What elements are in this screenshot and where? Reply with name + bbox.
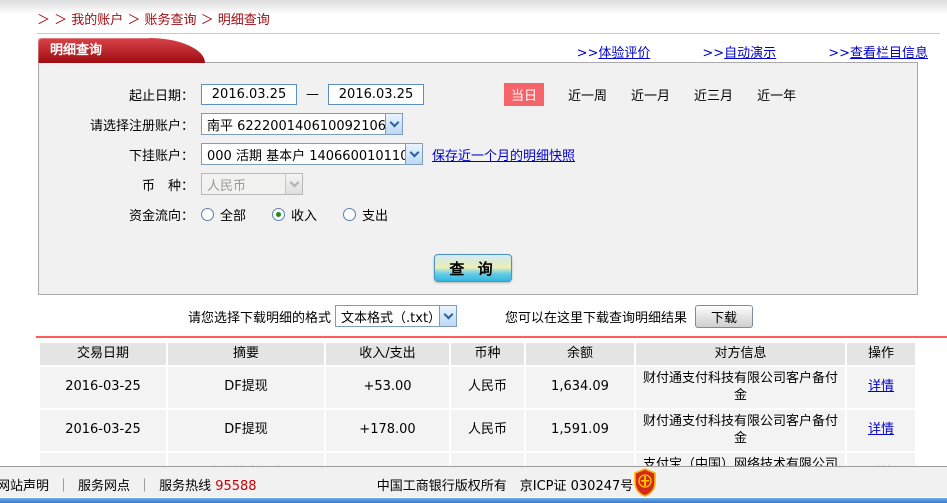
download-format-select[interactable]: 文本格式（.txt） <box>335 305 458 327</box>
date-separator: — <box>306 86 319 102</box>
table-row: 2016-03-25 DF提现 +53.00 人民币 1,634.09 财付通支… <box>38 364 917 410</box>
link-view-column-info[interactable]: >>查看栏目信息 <box>828 42 928 61</box>
currency-row: 币 种： 人民币 <box>39 172 917 196</box>
range-week-button[interactable]: 近一周 <box>568 85 607 104</box>
hotline-label: 服务热线 <box>159 479 212 494</box>
detail-link[interactable]: 详情 <box>868 422 894 437</box>
col-counterparty: 对方信息 <box>634 341 847 367</box>
fund-flow-row: 资金流向： 全部 收入 支出 <box>39 202 917 226</box>
date-range-row: 起止日期： — 当日 近一周 近一月 近三月 近一年 <box>39 82 917 106</box>
register-account-row: 请选择注册账户： 南平 6222001406100921065 灵通卡 <box>39 112 917 136</box>
chevron-down-icon <box>405 144 422 164</box>
tab-detail-query[interactable]: 明细查询 <box>38 38 205 63</box>
flow-radio-expense[interactable]: 支出 <box>343 205 388 224</box>
col-amount: 收入/支出 <box>324 341 451 367</box>
register-account-select[interactable]: 南平 6222001406100921065 灵通卡 <box>201 113 403 135</box>
currency-label: 币 种： <box>141 178 194 194</box>
footer-link-site-statement[interactable]: 网站声明 <box>0 479 49 494</box>
col-summary: 摘要 <box>166 341 326 367</box>
date-range-label: 起止日期： <box>128 88 194 104</box>
footer-link-service-outlets[interactable]: 服务网点 <box>78 479 130 494</box>
breadcrumb-divider <box>37 33 940 34</box>
quick-links: >>体验评价 >>自动演示 >>查看栏目信息 <box>450 42 928 61</box>
save-snapshot-link[interactable]: 保存近一个月的明细快照 <box>432 145 575 164</box>
range-month-button[interactable]: 近一月 <box>631 85 670 104</box>
chevron-down-icon <box>285 174 302 194</box>
footer: 网站声明｜服务网点｜服务热线 95588 中国工商银行版权所有 京ICP证 03… <box>0 466 947 497</box>
col-currency: 币种 <box>449 341 526 367</box>
hotline-number: 95588 <box>215 479 257 494</box>
range-quarter-button[interactable]: 近三月 <box>694 85 733 104</box>
sub-account-row: 下挂账户： 000 活期 基本户 1406600101102571848 保存近… <box>39 142 917 166</box>
radio-icon <box>343 207 357 221</box>
download-hint: 您可以在这里下载查询明细结果 <box>505 310 688 326</box>
radio-checked-icon <box>272 207 286 221</box>
sub-account-label: 下挂账户： <box>128 148 194 164</box>
col-action: 操作 <box>845 341 917 367</box>
range-year-button[interactable]: 近一年 <box>757 85 796 104</box>
detail-link[interactable]: 详情 <box>868 379 894 394</box>
radio-icon <box>201 207 214 221</box>
date-from-input[interactable] <box>201 83 297 105</box>
link-experience-rating[interactable]: >>体验评价 <box>577 42 651 61</box>
col-date: 交易日期 <box>38 341 168 367</box>
link-auto-demo[interactable]: >>自动演示 <box>702 42 776 61</box>
col-balance: 余额 <box>524 341 636 367</box>
flow-radio-income[interactable]: 收入 <box>272 205 317 224</box>
chevron-down-icon <box>385 114 402 134</box>
download-button[interactable]: 下载 <box>695 304 754 328</box>
sub-account-select[interactable]: 000 活期 基本户 1406600101102571848 <box>201 143 423 165</box>
currency-select-disabled: 人民币 <box>201 173 303 195</box>
download-row: 请您选择下载明细的格式 文本格式（.txt） 您可以在这里下载查询明细结果 下载 <box>0 301 947 331</box>
footer-copyright: 中国工商银行版权所有 京ICP证 030247号 <box>376 479 634 494</box>
bottom-blue-bar <box>0 497 947 503</box>
table-header-row: 交易日期 摘要 收入/支出 币种 余额 对方信息 操作 <box>38 341 917 367</box>
breadcrumb[interactable]: ＞ ＞ 我的账户 ＞ 账务查询 ＞ 明细查询 <box>37 9 270 28</box>
chevron-down-icon <box>439 306 457 326</box>
fund-flow-label: 资金流向： <box>128 208 194 224</box>
icbc-detail-query-page: ＞ ＞ 我的账户 ＞ 账务查询 ＞ 明细查询 >>体验评价 >>自动演示 >>查… <box>0 0 947 503</box>
range-today-button[interactable]: 当日 <box>504 82 545 106</box>
flow-radio-all[interactable]: 全部 <box>201 205 246 224</box>
table-row: 2016-03-25 DF提现 +178.00 人民币 1,591.09 财付通… <box>38 407 917 453</box>
red-divider <box>36 336 947 338</box>
icp-badge-icon <box>634 468 656 497</box>
query-form-panel: 起止日期： — 当日 近一周 近一月 近三月 近一年 请选择注册账户： 南平 6… <box>38 62 918 295</box>
date-to-input[interactable] <box>328 83 424 105</box>
query-button[interactable]: 查 询 <box>434 254 512 282</box>
download-format-label: 请您选择下载明细的格式 <box>188 310 332 326</box>
footer-links: 网站声明｜服务网点｜服务热线 95588 <box>0 475 257 494</box>
register-account-label: 请选择注册账户： <box>89 118 194 134</box>
